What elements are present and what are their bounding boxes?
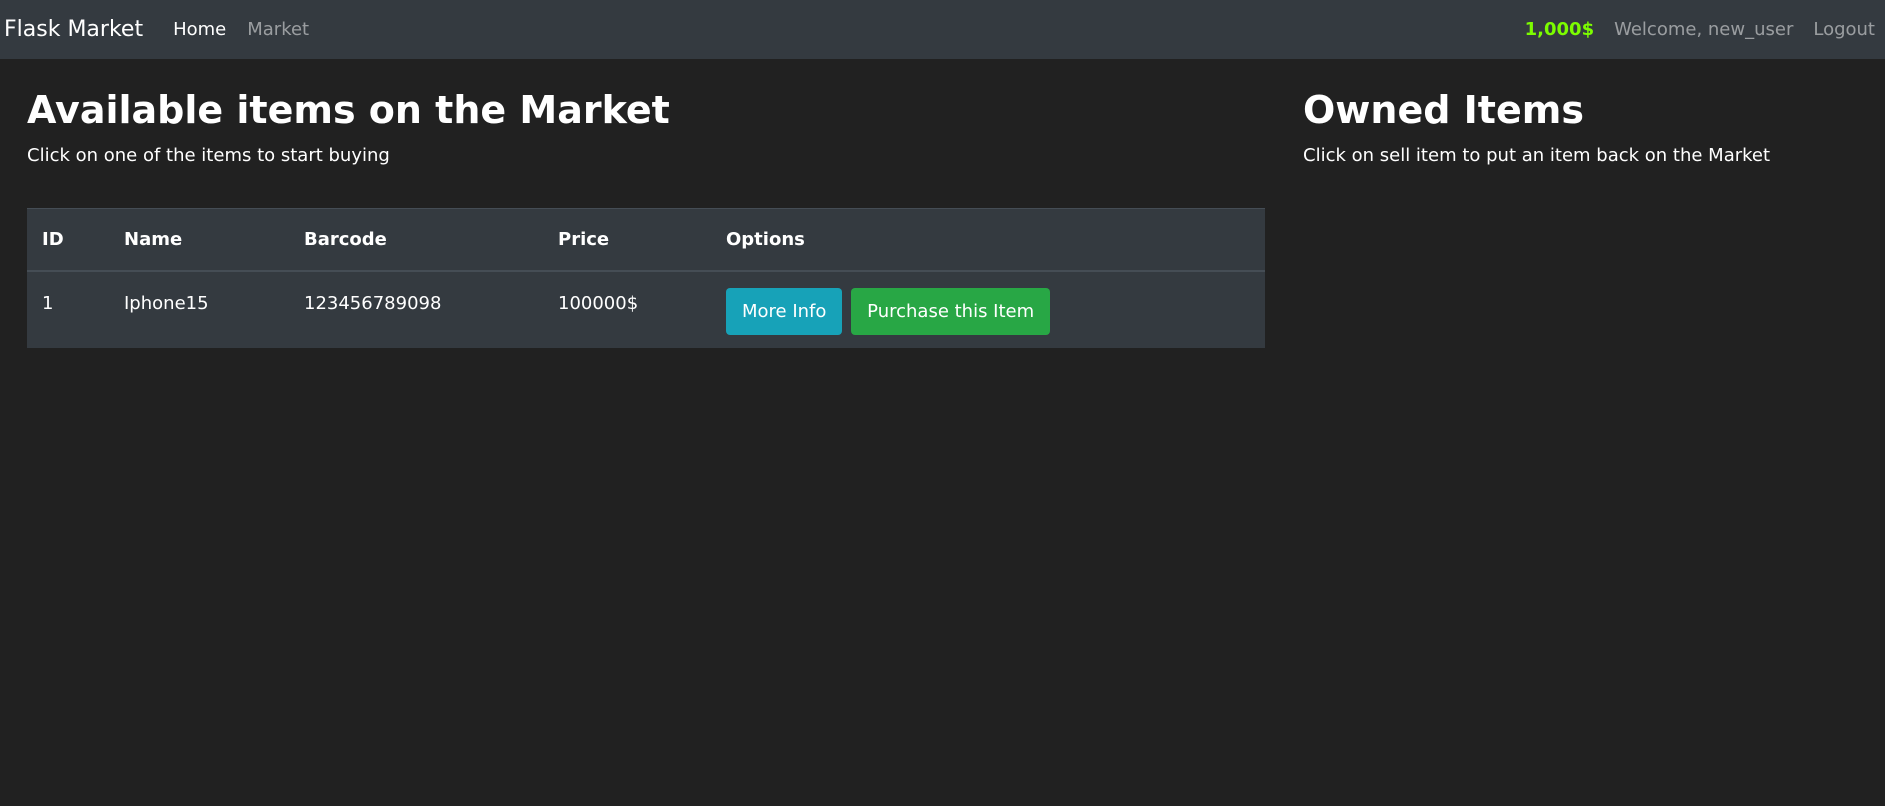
cell-barcode: 123456789098 [304, 292, 442, 314]
cell-id: 1 [42, 292, 54, 314]
table-row: 1 Iphone15 123456789098 100000$ More Inf… [27, 271, 1265, 348]
market-title: Available items on the Market [27, 88, 670, 132]
owned-subtitle: Click on sell item to put an item back o… [1303, 145, 1771, 166]
navbar-right: 1,000$ Welcome, new_user Logout [1525, 19, 1885, 40]
market-items-table: ID Name Barcode Price Options 1 Iphone15… [27, 208, 1265, 348]
nav-link-home[interactable]: Home [173, 19, 226, 40]
column-header-name: Name [109, 208, 289, 272]
welcome-text: Welcome, new_user [1614, 19, 1794, 40]
cell-options: More Info Purchase this Item [711, 271, 1265, 348]
nav-link-market[interactable]: Market [247, 19, 309, 40]
market-subtitle: Click on one of the items to start buyin… [27, 145, 390, 166]
owned-title: Owned Items [1303, 88, 1584, 132]
column-header-barcode: Barcode [289, 208, 543, 272]
table-header-row: ID Name Barcode Price Options [27, 208, 1265, 272]
cell-name: Iphone15 [124, 292, 209, 314]
column-header-id: ID [27, 208, 109, 272]
cell-price: 100000$ [558, 292, 639, 314]
navbar: Flask Market Home Market 1,000$ Welcome,… [0, 0, 1885, 59]
brand-link[interactable]: Flask Market [4, 17, 143, 42]
main-content: Available items on the Market Click on o… [0, 59, 1885, 806]
column-header-options: Options [711, 208, 1265, 272]
column-header-price: Price [543, 208, 711, 272]
owned-section: Owned Items Click on sell item to put an… [1303, 87, 1863, 166]
more-info-button[interactable]: More Info [726, 287, 843, 335]
market-section: Available items on the Market Click on o… [27, 87, 1265, 348]
logout-link[interactable]: Logout [1813, 19, 1875, 40]
purchase-item-button[interactable]: Purchase this Item [851, 287, 1051, 335]
user-budget: 1,000$ [1524, 19, 1595, 40]
